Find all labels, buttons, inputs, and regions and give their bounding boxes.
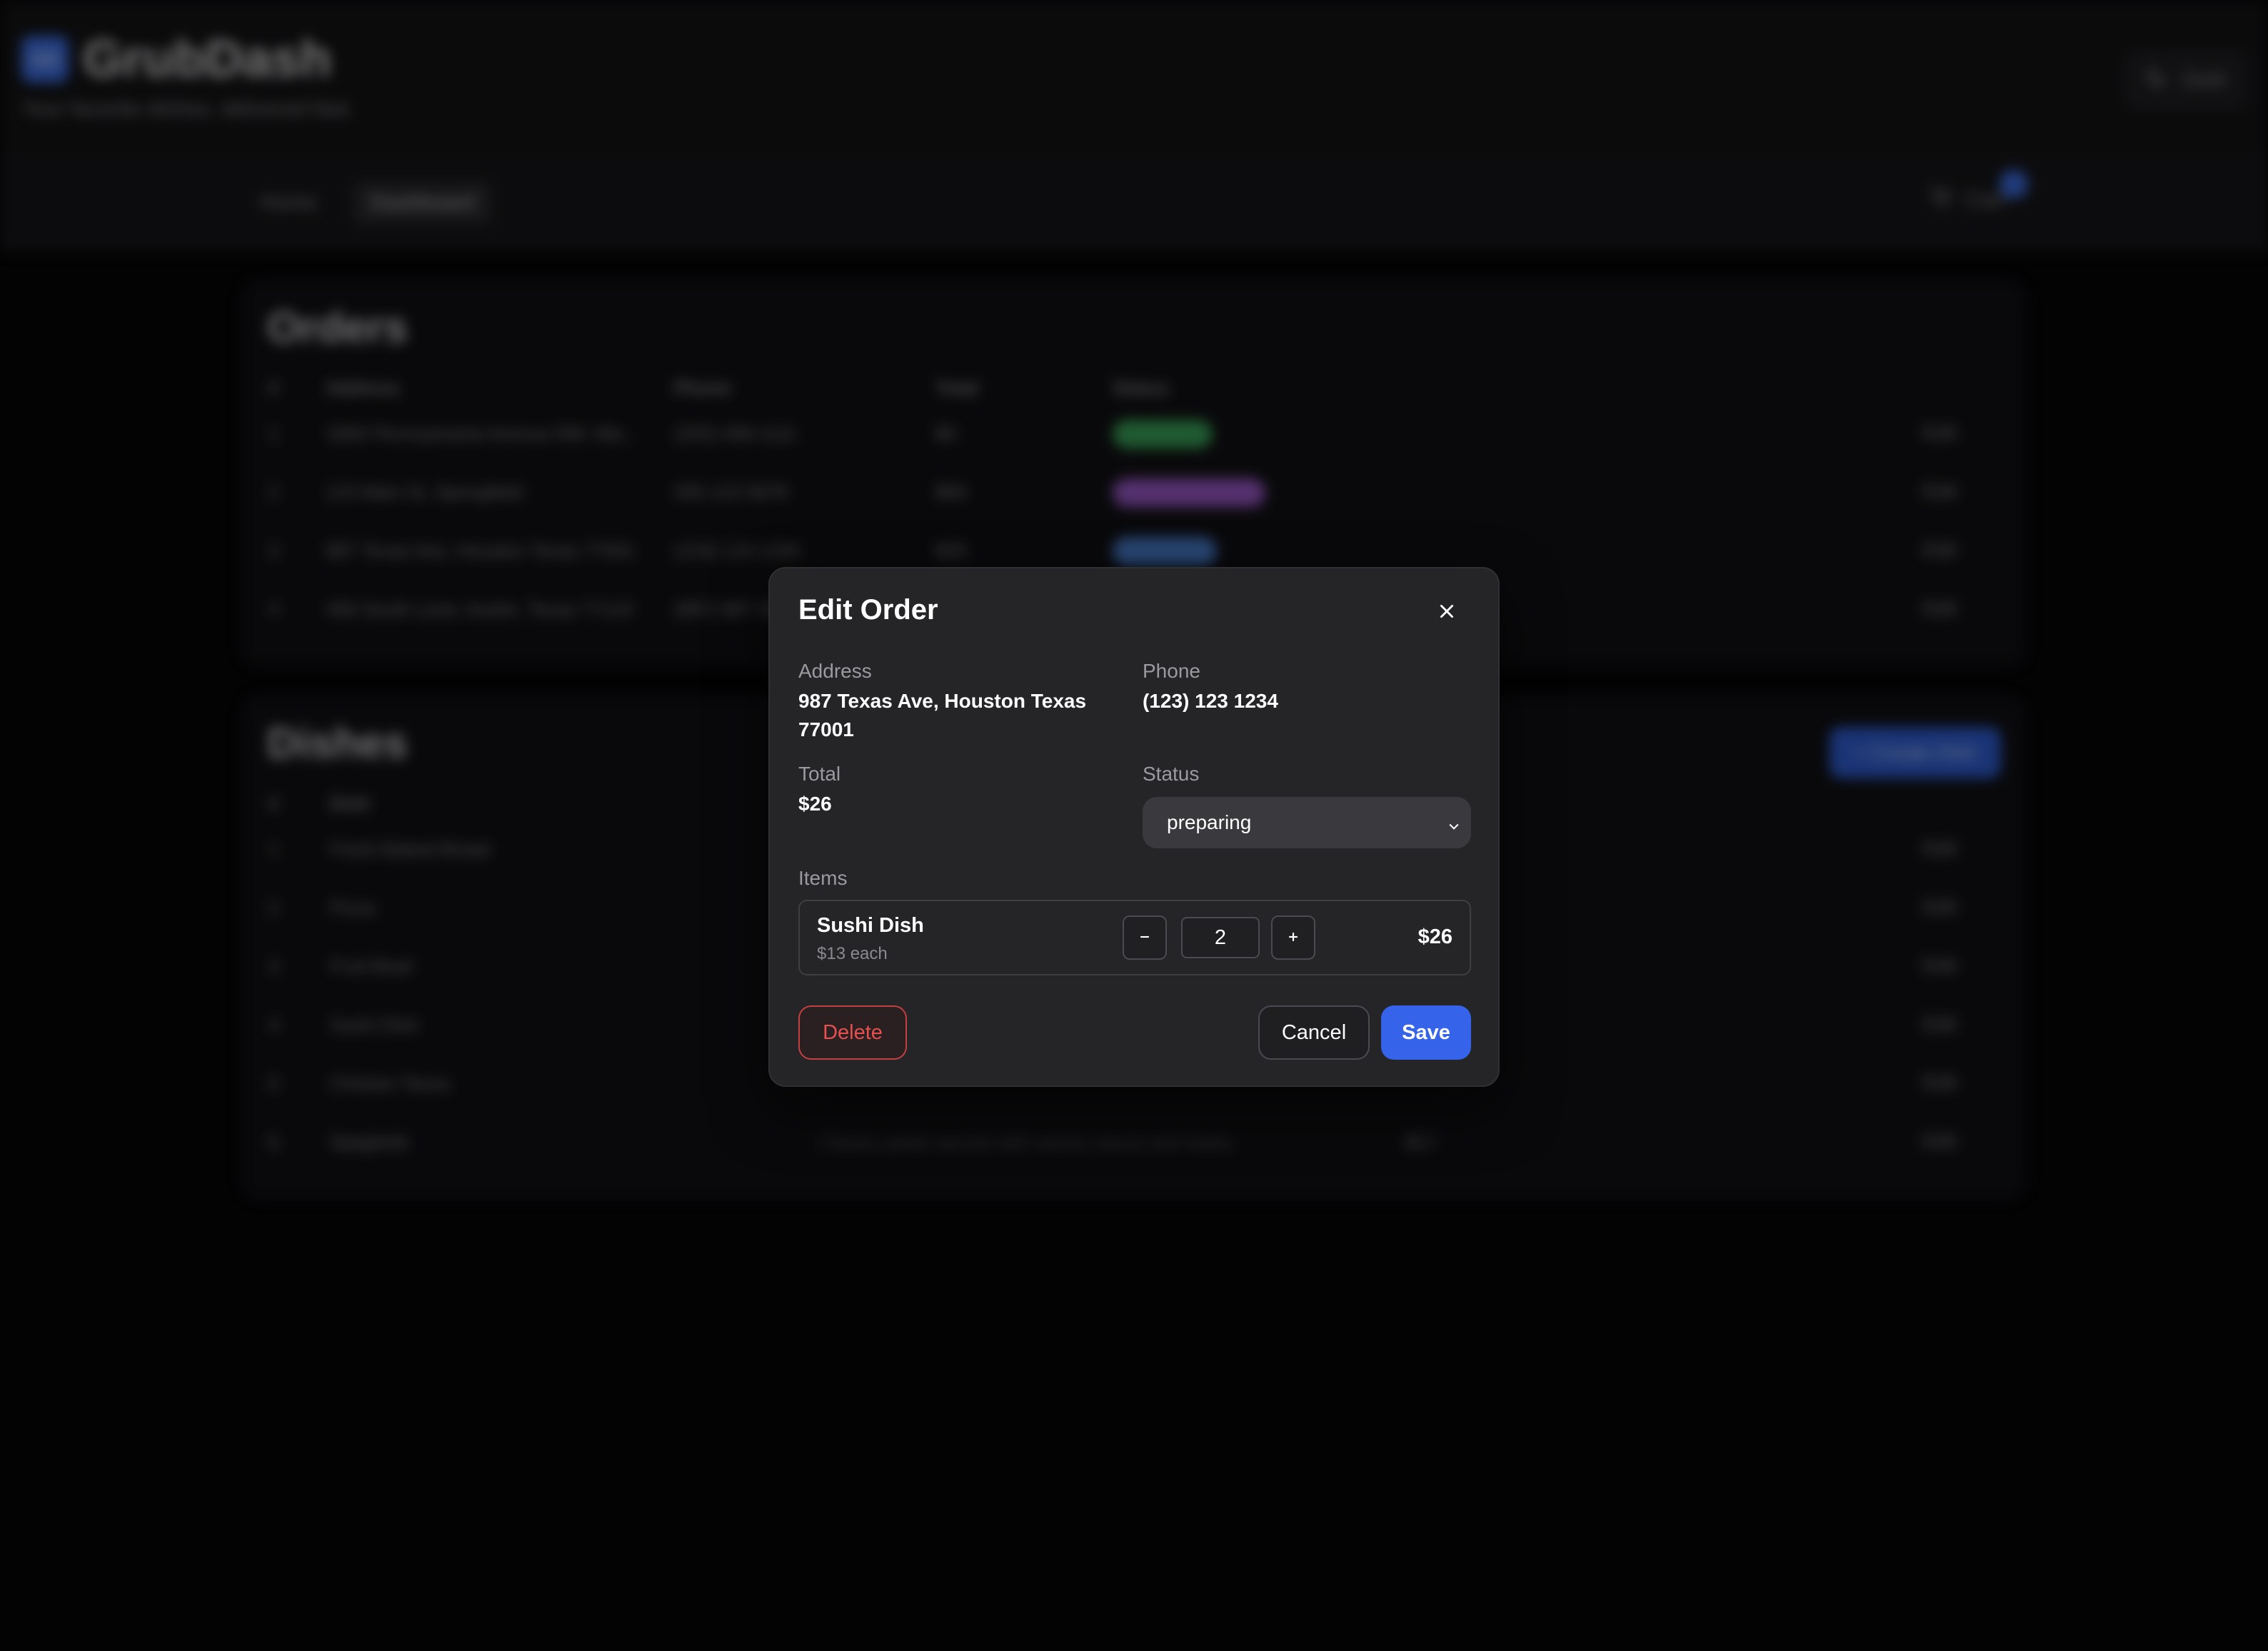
increment-button[interactable]: [1271, 915, 1315, 960]
app-root: GD GrubDash Your favorite dishes, delive…: [0, 0, 2268, 1651]
total-value: $26: [798, 793, 832, 815]
modal-title: Edit Order: [798, 594, 938, 626]
order-item-row: Sushi Dish $13 each 2 $26: [798, 900, 1471, 975]
cancel-button[interactable]: Cancel: [1258, 1005, 1370, 1060]
item-unit-price: $13 each: [817, 944, 888, 963]
edit-order-modal: Edit Order Address 987 Texas Ave, Housto…: [768, 567, 1500, 1087]
address-label: Address: [798, 660, 872, 682]
quantity-input[interactable]: 2: [1181, 917, 1260, 958]
phone-value: (123) 123 1234: [1143, 690, 1278, 712]
status-select-value: preparing: [1167, 811, 1252, 833]
phone-label: Phone: [1143, 660, 1200, 682]
total-label: Total: [798, 763, 841, 785]
save-button[interactable]: Save: [1381, 1005, 1471, 1060]
plus-icon: [1286, 925, 1300, 950]
status-label: Status: [1143, 763, 1200, 785]
delete-button[interactable]: Delete: [798, 1005, 907, 1060]
close-button[interactable]: [1434, 600, 1460, 626]
item-line-total: $26: [1418, 925, 1452, 948]
items-label: Items: [798, 867, 848, 889]
chevron-down-icon: [1447, 816, 1461, 838]
minus-icon: [1138, 925, 1152, 950]
address-value: 987 Texas Ave, Houston Texas 77001: [798, 690, 1087, 741]
status-select[interactable]: preparing: [1143, 797, 1471, 848]
decrement-button[interactable]: [1123, 915, 1167, 960]
item-name: Sushi Dish: [817, 914, 924, 937]
close-icon: [1437, 602, 1456, 624]
